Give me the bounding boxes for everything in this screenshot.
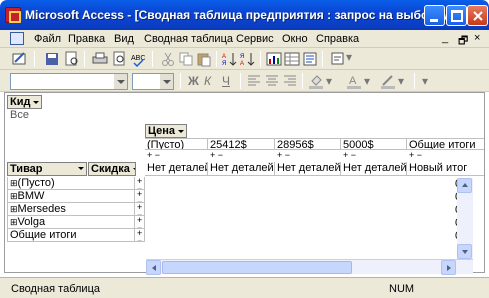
svg-text:A: A — [222, 54, 226, 60]
menu-tools[interactable]: Сервис — [236, 33, 274, 45]
expand-collapse-control[interactable]: + − — [135, 177, 145, 190]
column-header[interactable]: 25412$ — [208, 138, 275, 150]
scroll-up-button[interactable] — [457, 178, 472, 193]
office-assistant-icon[interactable] — [330, 51, 346, 67]
scroll-down-button[interactable] — [457, 244, 472, 259]
data-field-button[interactable]: Скидка — [88, 162, 136, 176]
print-icon[interactable] — [92, 51, 108, 67]
field-list-icon[interactable] — [284, 51, 300, 67]
horizontal-scrollbar[interactable] — [146, 259, 473, 275]
scroll-left-button[interactable] — [146, 260, 161, 275]
row-field-button[interactable]: Тивар — [7, 162, 87, 176]
status-text: Сводная таблица — [11, 283, 100, 295]
bold-icon[interactable]: Ж — [188, 74, 199, 88]
standard-toolbar: ABC AЯ ЯA ▾ — [0, 48, 489, 70]
print-preview-icon[interactable] — [112, 51, 128, 67]
expand-collapse-control[interactable]: + − — [135, 190, 145, 203]
row-label-grand-total[interactable]: Общие итоги — [7, 229, 135, 242]
spelling-icon[interactable]: ABC — [130, 51, 146, 67]
font-name-combo[interactable] — [10, 73, 128, 90]
expand-collapse-control[interactable]: + − — [147, 151, 160, 159]
fill-color-icon[interactable] — [308, 73, 324, 89]
sort-ascending-icon[interactable]: AЯ — [222, 51, 238, 67]
svg-text:Я: Я — [240, 54, 244, 60]
close-button[interactable] — [467, 5, 488, 26]
title-bar: Microsoft Access - [Сводная таблица пред… — [0, 0, 489, 30]
menu-window[interactable]: Окно — [282, 33, 308, 45]
scroll-right-button[interactable] — [441, 260, 456, 275]
column-header[interactable]: Общие итоги — [407, 138, 484, 150]
row-label[interactable]: ⊞(Пусто) — [7, 177, 135, 190]
formatting-toolbar: Ж К Ч ▾ A ▾ ▾ ▾ — [0, 70, 489, 92]
line-color-icon[interactable] — [380, 73, 396, 89]
document-icon[interactable] — [10, 32, 24, 45]
expand-collapse-control[interactable]: + − — [409, 151, 422, 159]
svg-text:A: A — [349, 75, 357, 87]
pivot-chart-icon[interactable] — [266, 51, 282, 67]
toolbar-overflow-arrow[interactable]: ▾ — [422, 74, 428, 88]
font-color-arrow[interactable]: ▾ — [364, 74, 370, 88]
no-details-cell: Нет деталей — [208, 162, 275, 176]
copy-icon[interactable] — [178, 51, 194, 67]
save-icon[interactable] — [44, 51, 60, 67]
paste-icon[interactable] — [196, 51, 212, 67]
svg-text:A: A — [240, 61, 244, 67]
no-details-cell: Нет деталей — [275, 162, 341, 176]
column-header[interactable]: (Пусто) — [145, 138, 208, 150]
sort-descending-icon[interactable]: ЯA — [240, 51, 256, 67]
toolbar-options-arrow[interactable]: ▾ — [346, 50, 352, 64]
pivot-table: Кид Все Цена (Пусто) 25412$ 28956$ 5000$… — [4, 92, 485, 273]
menu-pivot[interactable]: Сводная таблица — [144, 33, 233, 45]
column-field-button[interactable]: Цена — [145, 124, 188, 138]
vertical-scrollbar[interactable] — [457, 178, 473, 260]
row-label[interactable]: ⊞Mersedes — [7, 203, 135, 216]
child-close-button[interactable]: × — [474, 32, 480, 44]
design-view-icon[interactable] — [12, 51, 28, 67]
child-minimize-button[interactable]: _ — [442, 32, 448, 44]
filter-value: Все — [10, 109, 29, 121]
scroll-thumb[interactable] — [162, 261, 352, 274]
align-left-icon[interactable] — [246, 73, 262, 89]
font-color-icon[interactable]: A — [346, 73, 362, 89]
expand-collapse-control[interactable]: + − — [343, 151, 356, 159]
font-size-combo[interactable] — [132, 73, 174, 90]
num-lock-indicator: NUM — [389, 283, 415, 295]
no-details-cell: Нет деталей — [341, 162, 407, 176]
align-center-icon[interactable] — [264, 73, 280, 89]
expand-collapse-control[interactable]: + − — [210, 151, 223, 159]
column-header[interactable]: 5000$ — [341, 138, 407, 150]
filter-field-button[interactable]: Кид — [7, 95, 43, 109]
search-icon[interactable] — [64, 51, 80, 67]
svg-text:Я: Я — [222, 61, 226, 67]
minimize-button[interactable] — [424, 5, 445, 26]
menu-help[interactable]: Справка — [316, 33, 359, 45]
underline-icon[interactable]: Ч — [222, 74, 230, 88]
cut-icon[interactable] — [160, 51, 176, 67]
fill-color-arrow[interactable]: ▾ — [326, 74, 332, 88]
access-app-icon[interactable] — [5, 7, 21, 23]
row-label[interactable]: ⊞BMW — [7, 190, 135, 203]
status-bar: Сводная таблица NUM — [0, 277, 489, 298]
menu-bar: Файл Правка Вид Сводная таблица Сервис О… — [0, 30, 489, 48]
new-total-cell: Новый итог — [407, 162, 484, 176]
svg-text:ABC: ABC — [131, 55, 145, 62]
menu-view[interactable]: Вид — [114, 33, 134, 45]
expand-collapse-control[interactable]: + − — [135, 229, 145, 242]
menu-edit[interactable]: Правка — [68, 33, 105, 45]
properties-icon[interactable] — [302, 51, 318, 67]
line-color-arrow[interactable]: ▾ — [398, 74, 404, 88]
align-right-icon[interactable] — [282, 73, 298, 89]
no-details-cell: Нет деталей — [145, 162, 208, 176]
expand-collapse-control[interactable]: + − — [135, 216, 145, 229]
menu-file[interactable]: Файл — [34, 33, 61, 45]
expand-collapse-control[interactable]: + − — [135, 203, 145, 216]
column-header[interactable]: 28956$ — [275, 138, 341, 150]
expand-collapse-control[interactable]: + − — [277, 151, 290, 159]
window-title: Microsoft Access - [Сводная таблица пред… — [25, 8, 453, 22]
row-label[interactable]: ⊞Volga — [7, 216, 135, 229]
italic-icon[interactable]: К — [204, 74, 211, 88]
maximize-button[interactable] — [446, 5, 467, 26]
